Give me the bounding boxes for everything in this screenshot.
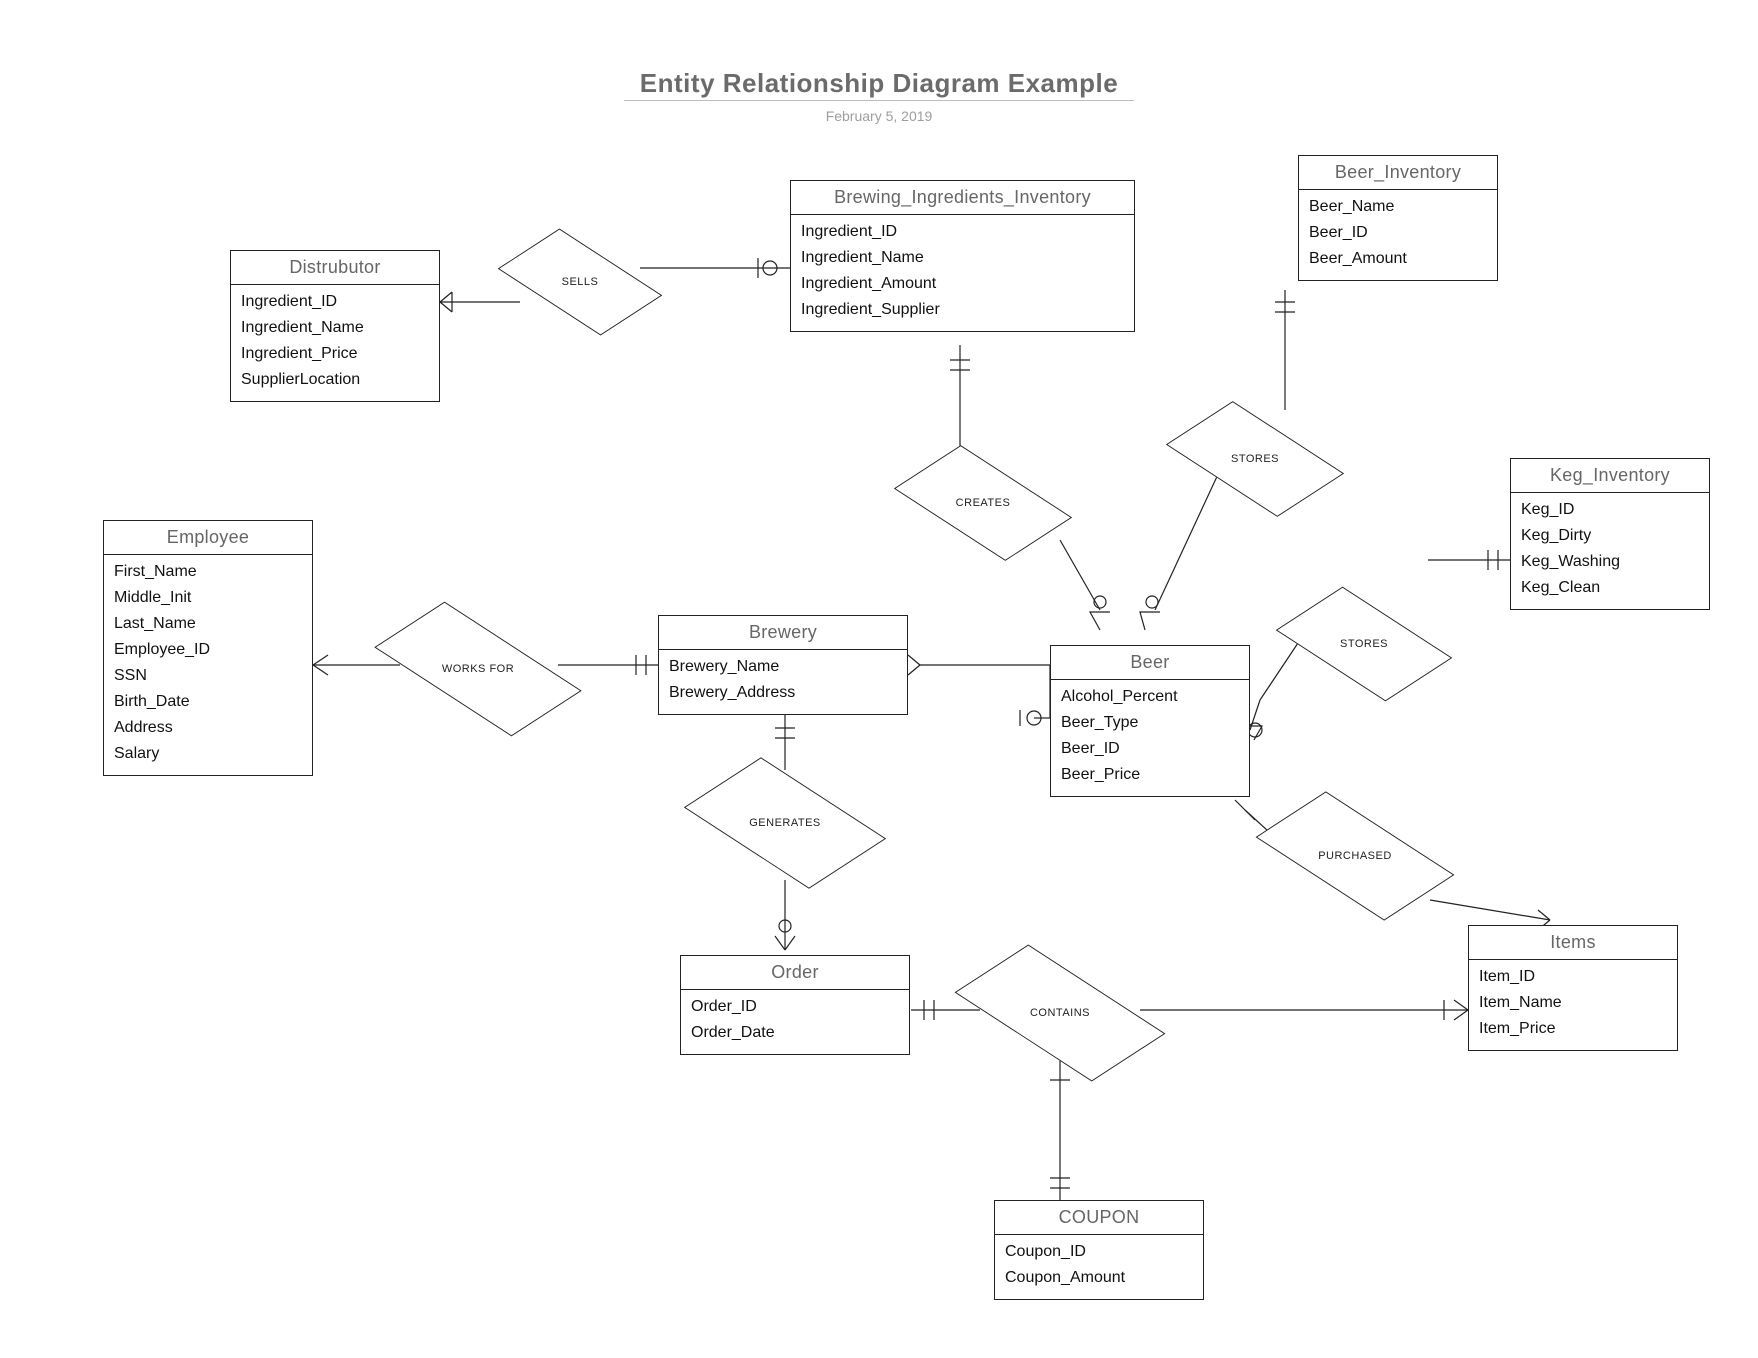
entity-header: Keg_Inventory <box>1511 459 1709 493</box>
entity-header: Brewery <box>659 616 907 650</box>
attr: Brewery_Address <box>669 680 897 706</box>
attr: Beer_Price <box>1061 762 1239 788</box>
entity-beer-inventory: Beer_Inventory Beer_Name Beer_ID Beer_Am… <box>1298 155 1498 281</box>
attr: Ingredient_Name <box>801 245 1124 271</box>
entity-header: Order <box>681 956 909 990</box>
relationship-stores-2: STORES <box>1300 605 1428 683</box>
entity-order: Order Order_ID Order_Date <box>680 955 910 1055</box>
attr: Order_Date <box>691 1020 899 1046</box>
entity-keg-inventory: Keg_Inventory Keg_ID Keg_Dirty Keg_Washi… <box>1510 458 1710 610</box>
attr: Salary <box>114 741 302 767</box>
attr: Coupon_Amount <box>1005 1265 1193 1291</box>
entity-header: Beer <box>1051 646 1249 680</box>
attr: Item_ID <box>1479 964 1667 990</box>
entity-header: Distrubutor <box>231 251 439 285</box>
attr: Order_ID <box>691 994 899 1020</box>
diagram-canvas: Entity Relationship Diagram Example Febr… <box>0 0 1758 1358</box>
attr: Ingredient_Price <box>241 341 429 367</box>
attr: Middle_Init <box>114 585 302 611</box>
attr: Last_Name <box>114 611 302 637</box>
entity-beer: Beer Alcohol_Percent Beer_Type Beer_ID B… <box>1050 645 1250 797</box>
entity-coupon: COUPON Coupon_ID Coupon_Amount <box>994 1200 1204 1300</box>
attr: Address <box>114 715 302 741</box>
attr: Employee_ID <box>114 637 302 663</box>
attr: Item_Name <box>1479 990 1667 1016</box>
entity-brewing-ingredients: Brewing_Ingredients_Inventory Ingredient… <box>790 180 1135 332</box>
attr: Keg_Dirty <box>1521 523 1699 549</box>
attr: Ingredient_ID <box>801 219 1124 245</box>
relationship-works-for: WORKS FOR <box>398 628 558 710</box>
relationship-contains: CONTAINS <box>980 970 1140 1056</box>
entity-header: COUPON <box>995 1201 1203 1235</box>
relationship-purchased: PURCHASED <box>1280 815 1430 897</box>
relationship-sells: SELLS <box>520 246 640 318</box>
attr: SupplierLocation <box>241 367 429 393</box>
relationship-creates: CREATES <box>918 464 1048 542</box>
attr: Ingredient_Supplier <box>801 297 1124 323</box>
attr: Beer_Type <box>1061 710 1239 736</box>
attr: Keg_Washing <box>1521 549 1699 575</box>
entity-employee: Employee First_Name Middle_Init Last_Nam… <box>103 520 313 776</box>
title-underline <box>624 100 1134 101</box>
attr: Birth_Date <box>114 689 302 715</box>
attr: Coupon_ID <box>1005 1239 1193 1265</box>
entity-header: Employee <box>104 521 312 555</box>
attr: Ingredient_ID <box>241 289 429 315</box>
relationship-generates: GENERATES <box>712 778 858 868</box>
entity-distributor: Distrubutor Ingredient_ID Ingredient_Nam… <box>230 250 440 402</box>
attr: Keg_Clean <box>1521 575 1699 601</box>
attr: Beer_ID <box>1309 220 1487 246</box>
entity-header: Brewing_Ingredients_Inventory <box>791 181 1134 215</box>
entity-header: Items <box>1469 926 1677 960</box>
diagram-date: February 5, 2019 <box>826 108 933 124</box>
attr: Brewery_Name <box>669 654 897 680</box>
attr: Alcohol_Percent <box>1061 684 1239 710</box>
diagram-title: Entity Relationship Diagram Example <box>640 68 1118 99</box>
relationship-stores-1: STORES <box>1190 420 1320 498</box>
attr: Ingredient_Amount <box>801 271 1124 297</box>
attr: Beer_ID <box>1061 736 1239 762</box>
entity-brewery: Brewery Brewery_Name Brewery_Address <box>658 615 908 715</box>
attr: Beer_Name <box>1309 194 1487 220</box>
attr: Item_Price <box>1479 1016 1667 1042</box>
attr: Keg_ID <box>1521 497 1699 523</box>
attr: SSN <box>114 663 302 689</box>
attr: Ingredient_Name <box>241 315 429 341</box>
entity-header: Beer_Inventory <box>1299 156 1497 190</box>
entity-items: Items Item_ID Item_Name Item_Price <box>1468 925 1678 1051</box>
attr: Beer_Amount <box>1309 246 1487 272</box>
attr: First_Name <box>114 559 302 585</box>
